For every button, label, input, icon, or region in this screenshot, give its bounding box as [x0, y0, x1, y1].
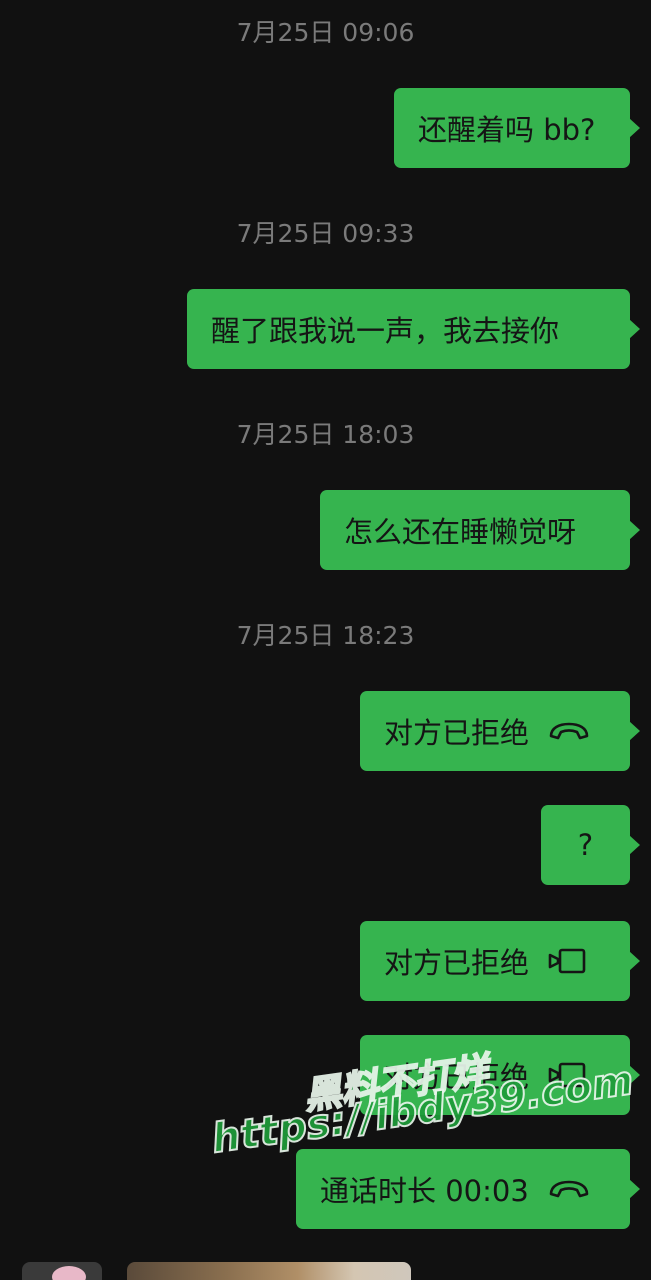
- phone-hangup-icon: [547, 721, 591, 741]
- image-thumbnail[interactable]: [127, 1262, 411, 1280]
- video-call-icon: [547, 947, 587, 975]
- timestamp: 7月25日 18:03: [236, 420, 415, 449]
- message-bubble[interactable]: 怎么还在睡懒觉呀: [320, 490, 640, 570]
- call-declined-bubble[interactable]: 对方已拒绝: [360, 691, 640, 771]
- message-text: 醒了跟我说一声，我去接你: [211, 314, 560, 348]
- message-text: 怎么还在睡懒觉呀: [344, 515, 577, 549]
- avatar-image: [52, 1266, 86, 1280]
- timestamp: 7月25日 18:23: [236, 621, 415, 650]
- call-duration-bubble[interactable]: 通话时长 00:03: [296, 1149, 640, 1229]
- timestamp: 7月25日 09:33: [236, 219, 415, 248]
- chat-view: 7月25日 09:06 还醒着吗 bb? 7月25日 09:33 醒了跟我说一声…: [0, 0, 651, 1280]
- message-text: 对方已拒绝: [384, 716, 530, 750]
- message-text: ?: [577, 828, 594, 862]
- call-declined-bubble[interactable]: 对方已拒绝: [360, 921, 640, 1001]
- timestamp: 7月25日 09:06: [236, 18, 415, 47]
- avatar[interactable]: [22, 1262, 102, 1280]
- message-bubble[interactable]: 醒了跟我说一声，我去接你: [187, 289, 640, 369]
- message-text: 还醒着吗 bb?: [418, 113, 596, 147]
- phone-hangup-icon: [547, 1179, 591, 1199]
- message-text: 对方已拒绝: [384, 946, 530, 980]
- message-bubble[interactable]: ?: [541, 805, 640, 885]
- message-text: 通话时长 00:03: [320, 1174, 529, 1208]
- message-bubble[interactable]: 还醒着吗 bb?: [394, 88, 640, 168]
